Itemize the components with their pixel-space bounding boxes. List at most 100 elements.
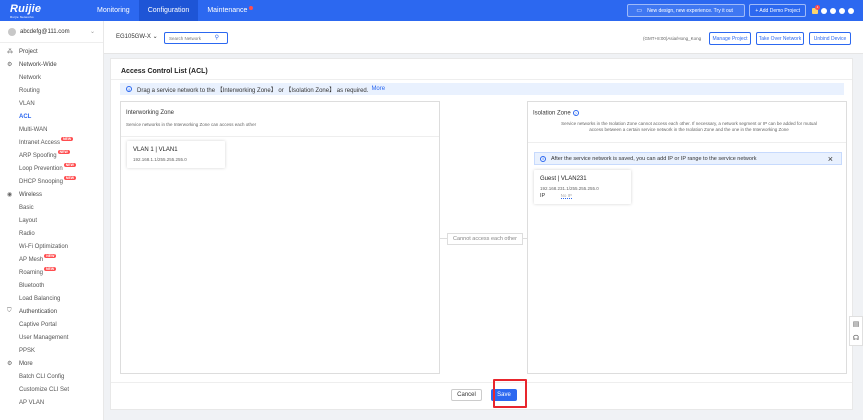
interworking-zone[interactable]: Interworking Zone Service networks in th… — [120, 101, 440, 374]
headset-icon[interactable]: ☊ — [853, 334, 859, 342]
guest-vlan231-network-card[interactable]: Guest | VLAN231 192.168.231.1/255.255.25… — [534, 170, 631, 204]
device-selector[interactable]: EG105GW-X ⌄ — [116, 33, 158, 40]
sidebar-item-roaming[interactable]: Roaming NEW — [0, 266, 103, 279]
search-network-input[interactable] — [169, 35, 215, 41]
sidebar-item-ap-vlan[interactable]: AP VLAN — [0, 396, 103, 409]
sidebar-item-network[interactable]: Network — [0, 71, 103, 84]
manage-project-button[interactable]: Manage Project — [709, 32, 751, 45]
avatar — [8, 27, 16, 36]
sidebar-item-layout[interactable]: Layout — [0, 214, 103, 227]
chat-icon[interactable]: ▤ — [853, 320, 860, 328]
shield-icon: ⛉ — [7, 308, 12, 314]
ruijie-logo[interactable]: Ruijie Ruijie Networks — [0, 0, 62, 21]
sidebar-group-more[interactable]: ⚙ More — [0, 357, 103, 370]
page-title: Access Control List (ACL) — [121, 68, 208, 75]
save-button-highlight — [493, 379, 527, 408]
sidebar-item-ap-mesh[interactable]: AP Mesh NEW — [0, 253, 103, 266]
globe-icon[interactable] — [839, 7, 845, 14]
isolation-info-banner: i After the service network is saved, yo… — [534, 152, 842, 165]
vlan1-network-card[interactable]: VLAN 1 | VLAN1 192.168.1.1/255.255.255.0 — [127, 141, 225, 168]
search-icon[interactable]: ⚲ — [215, 34, 219, 41]
sidebar-group-network-wide[interactable]: ⚙ Network-Wide — [0, 58, 103, 71]
new-badge: NEW — [44, 253, 57, 258]
interworking-zone-title: Interworking Zone — [126, 110, 175, 116]
notification-icon[interactable]: 1 — [812, 4, 820, 14]
account-selector[interactable]: abcdefg@111.com ⌄ — [0, 21, 103, 43]
interworking-zone-desc: Service networks in the Interworking Zon… — [126, 122, 257, 127]
new-badge: NEW — [63, 162, 76, 167]
top-bar: Ruijie Ruijie Networks Monitoring Configu… — [0, 0, 863, 21]
sidebar-group-wireless[interactable]: ◉ Wireless — [0, 188, 103, 201]
sidebar: abcdefg@111.com ⌄ ⁂ Project ⚙ Network-Wide… — [0, 21, 104, 420]
nav-monitoring[interactable]: Monitoring — [88, 0, 139, 21]
sidebar-item-basic[interactable]: Basic — [0, 201, 103, 214]
info-icon: i — [126, 86, 132, 92]
ip-label: IP — [540, 193, 546, 199]
cancel-button[interactable]: Cancel — [451, 389, 482, 401]
help-circle-icon[interactable]: ? — [572, 110, 579, 116]
sidebar-item-captive-portal[interactable]: Captive Portal — [0, 318, 103, 331]
new-badge: NEW — [63, 175, 77, 180]
sidebar-item-acl[interactable]: ACL — [0, 110, 103, 123]
unbind-device-button[interactable]: Unbind Device — [809, 32, 851, 45]
divider — [111, 79, 852, 80]
sidebar-item-loop-prevention[interactable]: Loop Prevention NEW — [0, 162, 103, 175]
sidebar-item-batch-cli-config[interactable]: Batch CLI Config — [0, 370, 103, 383]
nav-maintenance[interactable]: Maintenance — [198, 0, 256, 21]
sidebar-group-authentication[interactable]: ⛉ Authentication — [0, 305, 103, 318]
sidebar-item-wifi-optimization[interactable]: Wi-Fi Optimization — [0, 240, 103, 253]
chevron-down-icon: ⌄ — [89, 29, 95, 35]
isolation-zone[interactable]: Isolation Zone? Service networks in the … — [527, 101, 847, 374]
sidebar-item-dhcp-snooping[interactable]: DHCP Snooping NEW — [0, 175, 103, 188]
sidebar-item-ppsk[interactable]: PPSK — [0, 344, 103, 357]
maintenance-dot — [249, 6, 254, 10]
chevron-down-icon: ⌄ — [152, 34, 158, 40]
more-link[interactable]: More — [371, 86, 385, 92]
logout-icon[interactable] — [848, 7, 854, 14]
sidebar-item-intranet-access[interactable]: Intranet Access NEW — [0, 136, 103, 149]
separator-label: Cannot access each other — [447, 233, 523, 245]
computer-icon: ▭ — [636, 8, 643, 14]
notification-count: 1 — [815, 4, 820, 10]
new-badge: NEW — [44, 266, 57, 271]
sidebar-item-vlan[interactable]: VLAN — [0, 97, 103, 110]
sidebar-group-project[interactable]: ⁂ Project — [0, 45, 103, 58]
no-ip-value[interactable]: No IP — [560, 193, 572, 199]
add-demo-project-button[interactable]: + Add Demo Project — [749, 4, 806, 17]
more-icon: ⚙ — [7, 361, 13, 367]
nav-configuration[interactable]: Configuration — [138, 0, 199, 21]
info-icon: i — [540, 155, 546, 162]
top-right-tools: ▭ New design, new experience. Try it out… — [627, 0, 863, 21]
new-badge: NEW — [57, 149, 70, 154]
new-badge: NEW — [61, 136, 74, 141]
sidebar-menu: ⁂ Project ⚙ Network-Wide Network Routing V… — [0, 43, 103, 409]
sidebar-item-load-balancing[interactable]: Load Balancing — [0, 292, 103, 305]
wireless-icon: ◉ — [7, 192, 13, 198]
floating-tools: ▤ ☊ — [849, 316, 863, 346]
take-over-network-button[interactable]: Take Over Network — [756, 32, 804, 45]
timezone-label: (GMT+8:00)Asia/Hong_Kong — [643, 36, 702, 41]
top-icons: 1 — [812, 4, 857, 14]
sidebar-item-radio[interactable]: Radio — [0, 227, 103, 240]
sidebar-item-routing[interactable]: Routing — [0, 84, 103, 97]
isolation-zone-title: Isolation Zone? — [533, 110, 579, 117]
network-icon: ⚙ — [7, 62, 13, 68]
new-design-banner-button[interactable]: ▭ New design, new experience. Try it out — [627, 4, 746, 17]
sidebar-item-arp-spoofing[interactable]: ARP Spoofing NEW — [0, 149, 103, 162]
divider — [111, 382, 852, 383]
sidebar-item-customize-cli-set[interactable]: Customize CLI Set — [0, 383, 103, 396]
info-banner: i Drag a service network to the 【Interwo… — [120, 83, 844, 95]
sidebar-item-multi-wan[interactable]: Multi-WAN — [0, 123, 103, 136]
search-network-box: ⚲ — [164, 32, 228, 44]
project-icon: ⁂ — [7, 49, 13, 55]
close-icon[interactable]: × — [828, 154, 833, 164]
sidebar-item-user-management[interactable]: User Management — [0, 331, 103, 344]
sub-header: EG105GW-X ⌄ ⚲ (GMT+8:00)Asia/Hong_Kong M… — [104, 21, 863, 54]
acl-panel: Access Control List (ACL) i Drag a servi… — [110, 58, 853, 410]
divider — [528, 142, 846, 143]
sidebar-item-bluetooth[interactable]: Bluetooth — [0, 279, 103, 292]
top-nav: Monitoring Configuration Maintenance — [88, 0, 256, 21]
divider — [121, 136, 439, 137]
user-icon[interactable] — [821, 7, 827, 14]
help-icon[interactable] — [830, 7, 836, 14]
